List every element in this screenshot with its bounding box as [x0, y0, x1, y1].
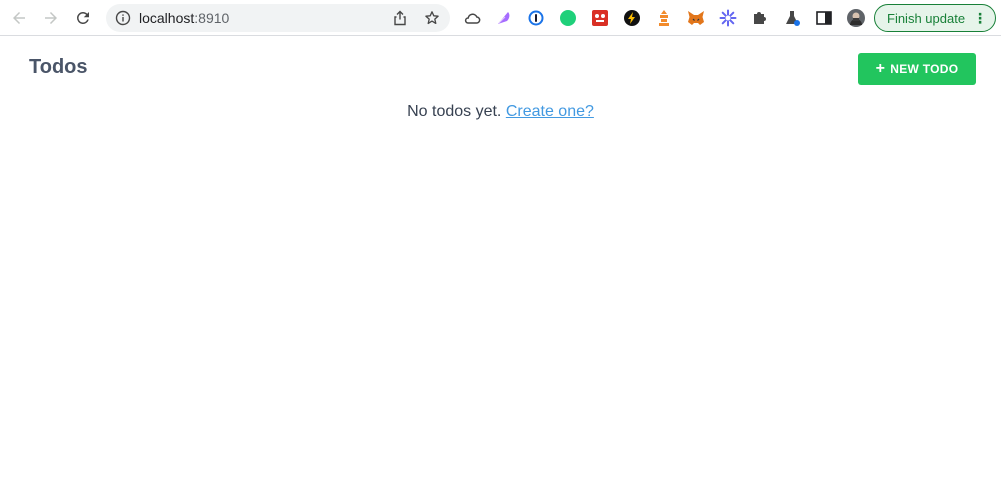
cloud-icon[interactable] — [463, 9, 481, 27]
url-text: localhost:8910 — [139, 10, 230, 26]
plus-icon: + — [875, 60, 886, 77]
metamask-icon[interactable] — [687, 9, 705, 27]
kebab-menu-icon[interactable]: ⋮ — [973, 11, 987, 25]
browser-toolbar: localhost:8910 Finish update ⋮ — [0, 0, 1001, 36]
bolt-extension-icon[interactable] — [623, 9, 641, 27]
red-extension-icon[interactable] — [591, 9, 609, 27]
orange-extension-icon[interactable] — [655, 9, 673, 27]
address-bar[interactable]: localhost:8910 — [106, 4, 450, 32]
flask-icon[interactable] — [783, 9, 801, 27]
sidebar-icon[interactable] — [815, 9, 833, 27]
empty-state: No todos yet. Create one? — [0, 103, 1001, 121]
new-todo-button[interactable]: + NEW TODO — [858, 53, 976, 85]
back-arrow-icon — [13, 12, 25, 24]
green-dot-extension-icon[interactable] — [559, 9, 577, 27]
new-todo-label: NEW TODO — [890, 62, 959, 76]
finish-update-button[interactable]: Finish update ⋮ — [874, 4, 996, 32]
asterisk-extension-icon[interactable] — [719, 9, 737, 27]
1password-icon[interactable] — [527, 9, 545, 27]
reload-icon — [76, 11, 89, 24]
create-todo-link[interactable]: Create one? — [506, 103, 594, 120]
page-title: Todos — [29, 56, 88, 78]
forward-arrow-icon — [45, 12, 57, 24]
puzzle-icon[interactable] — [751, 9, 769, 27]
feather-extension-icon[interactable] — [495, 9, 513, 27]
reload-button[interactable] — [71, 6, 95, 30]
finish-update-label: Finish update — [887, 10, 966, 26]
info-icon[interactable] — [115, 10, 131, 26]
app-page: Todos + NEW TODO No todos yet. Create on… — [0, 36, 1001, 481]
forward-button[interactable] — [39, 6, 63, 30]
empty-state-text: No todos yet. — [407, 103, 502, 120]
share-icon[interactable] — [392, 10, 408, 26]
avatar[interactable] — [847, 9, 865, 27]
back-button[interactable] — [7, 6, 31, 30]
bookmark-star-icon[interactable] — [424, 10, 440, 26]
